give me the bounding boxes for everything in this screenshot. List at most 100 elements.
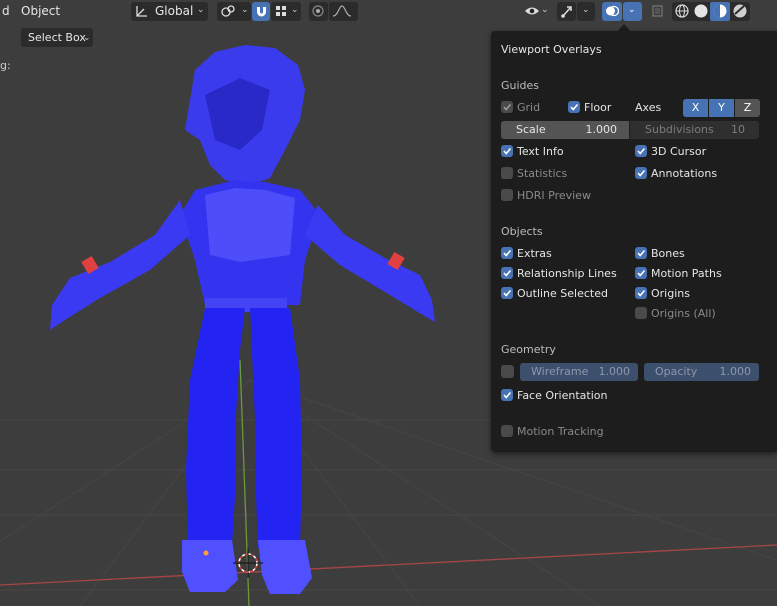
xray-toggle-button[interactable] bbox=[648, 2, 666, 21]
text-info-checkbox[interactable] bbox=[501, 145, 513, 157]
proportional-editing-icon bbox=[312, 5, 324, 17]
statistics-label: Statistics bbox=[517, 167, 568, 180]
menu-item-select[interactable]: d bbox=[2, 2, 10, 21]
face-orientation-checkbox[interactable] bbox=[501, 389, 513, 401]
check-icon bbox=[637, 147, 646, 155]
overlays-icon bbox=[606, 5, 619, 17]
geometry-heading: Geometry bbox=[501, 343, 556, 356]
proportional-falloff-dropdown[interactable] bbox=[329, 2, 358, 21]
wireframe-field-label: Wireframe bbox=[531, 365, 589, 378]
check-icon bbox=[503, 391, 512, 399]
select-box-label: Select Box bbox=[28, 31, 86, 44]
subdivisions-field-value: 10 bbox=[731, 123, 745, 136]
hdri-preview-label: HDRI Preview bbox=[517, 189, 591, 202]
motion-paths-checkbox[interactable] bbox=[635, 267, 647, 279]
scale-field-label: Scale bbox=[516, 123, 546, 136]
orientation-axes-icon bbox=[136, 6, 147, 17]
chevron-down-icon: ⌄ bbox=[582, 5, 590, 15]
menu-item-object[interactable]: Object bbox=[21, 2, 60, 21]
opacity-field[interactable]: Opacity 1.000 bbox=[644, 363, 759, 381]
snap-toggle-button[interactable] bbox=[252, 2, 270, 21]
bones-checkbox[interactable] bbox=[635, 247, 647, 259]
wireframe-field-value: 1.000 bbox=[598, 365, 631, 378]
grid-label: Grid bbox=[517, 101, 541, 114]
check-icon bbox=[503, 147, 512, 155]
gizmo-dropdown[interactable]: ⌄ bbox=[577, 2, 595, 21]
3d-cursor-label: 3D Cursor bbox=[651, 145, 707, 158]
eye-icon bbox=[525, 7, 539, 15]
floor-label: Floor bbox=[584, 101, 612, 114]
origins-all-checkbox[interactable] bbox=[635, 307, 647, 319]
wireframe-shading-icon[interactable] bbox=[674, 3, 690, 19]
proportional-editing-button[interactable] bbox=[309, 2, 328, 21]
chevron-down-icon: ⌄ bbox=[628, 5, 636, 15]
3d-cursor-checkbox[interactable] bbox=[635, 145, 647, 157]
hdri-preview-checkbox[interactable] bbox=[501, 189, 513, 201]
character-model[interactable] bbox=[50, 45, 435, 594]
transform-orientation-dropdown[interactable]: Global ⌄ bbox=[131, 2, 208, 21]
pivot-point-dropdown[interactable]: ⌄ bbox=[217, 2, 251, 21]
overlays-toggle-button[interactable] bbox=[602, 2, 622, 21]
solid-shading-icon[interactable] bbox=[693, 3, 709, 19]
material-preview-icon bbox=[713, 4, 727, 18]
extras-label: Extras bbox=[517, 247, 552, 260]
floor-checkbox[interactable] bbox=[568, 101, 580, 113]
select-box-dropdown[interactable]: Select Box ⌄ bbox=[21, 28, 93, 47]
axis-z-toggle[interactable]: Z bbox=[735, 99, 760, 117]
snap-grid-icon bbox=[276, 6, 286, 16]
overlays-dropdown[interactable]: ⌄ bbox=[623, 2, 642, 21]
relationship-lines-checkbox[interactable] bbox=[501, 267, 513, 279]
check-icon bbox=[503, 103, 512, 111]
chevron-down-icon: ⌄ bbox=[83, 33, 91, 43]
check-icon bbox=[570, 103, 579, 111]
check-icon bbox=[637, 169, 646, 177]
annotations-label: Annotations bbox=[651, 167, 718, 180]
wireframe-checkbox[interactable] bbox=[501, 365, 514, 378]
motion-paths-label: Motion Paths bbox=[651, 267, 722, 280]
statistics-checkbox[interactable] bbox=[501, 167, 513, 179]
rendered-shading-icon[interactable] bbox=[732, 3, 748, 19]
visibility-dropdown[interactable]: ⌄ bbox=[521, 2, 551, 21]
wireframe-field[interactable]: Wireframe 1.000 bbox=[520, 363, 638, 381]
opacity-field-label: Opacity bbox=[655, 365, 698, 378]
chevron-down-icon: ⌄ bbox=[541, 5, 549, 15]
gizmo-toggle-button[interactable] bbox=[557, 2, 576, 21]
subdivisions-field[interactable]: Subdivisions 10 bbox=[630, 121, 759, 139]
axis-y-toggle[interactable]: Y bbox=[709, 99, 734, 117]
bones-label: Bones bbox=[651, 247, 685, 260]
popover-title: Viewport Overlays bbox=[501, 43, 602, 56]
motion-tracking-checkbox[interactable] bbox=[501, 425, 513, 437]
gizmo-icon bbox=[561, 6, 572, 18]
origins-checkbox[interactable] bbox=[635, 287, 647, 299]
subdivisions-field-label: Subdivisions bbox=[645, 123, 714, 136]
chevron-down-icon: ⌄ bbox=[241, 5, 249, 15]
x-axis-line bbox=[0, 544, 777, 586]
viewport-header: d Object Global ⌄ ⌄ ⌄ ⌄ ⌄ ⌄ bbox=[0, 0, 777, 24]
snap-target-dropdown[interactable]: ⌄ bbox=[271, 2, 301, 21]
xray-icon bbox=[652, 5, 663, 17]
axis-x-toggle[interactable]: X bbox=[683, 99, 708, 117]
outline-selected-label: Outline Selected bbox=[517, 287, 608, 300]
magnet-icon bbox=[257, 7, 266, 17]
text-info-label: Text Info bbox=[517, 145, 564, 158]
check-icon bbox=[637, 269, 646, 277]
check-icon bbox=[503, 269, 512, 277]
guides-heading: Guides bbox=[501, 79, 540, 92]
check-icon bbox=[503, 289, 512, 297]
scale-field-value: 1.000 bbox=[585, 123, 618, 136]
material-preview-button[interactable] bbox=[710, 2, 730, 21]
origins-all-label: Origins (All) bbox=[651, 307, 716, 320]
outline-selected-checkbox[interactable] bbox=[501, 287, 513, 299]
extras-checkbox[interactable] bbox=[501, 247, 513, 259]
relationship-lines-label: Relationship Lines bbox=[517, 267, 617, 280]
check-icon bbox=[503, 249, 512, 257]
drag-label: g: bbox=[0, 59, 11, 72]
opacity-field-value: 1.000 bbox=[719, 365, 752, 378]
check-icon bbox=[637, 249, 646, 257]
grid-checkbox[interactable] bbox=[501, 101, 513, 113]
motion-tracking-label: Motion Tracking bbox=[517, 425, 604, 438]
check-icon bbox=[637, 289, 646, 297]
origins-label: Origins bbox=[651, 287, 690, 300]
scale-field[interactable]: Scale 1.000 bbox=[501, 121, 629, 139]
annotations-checkbox[interactable] bbox=[635, 167, 647, 179]
